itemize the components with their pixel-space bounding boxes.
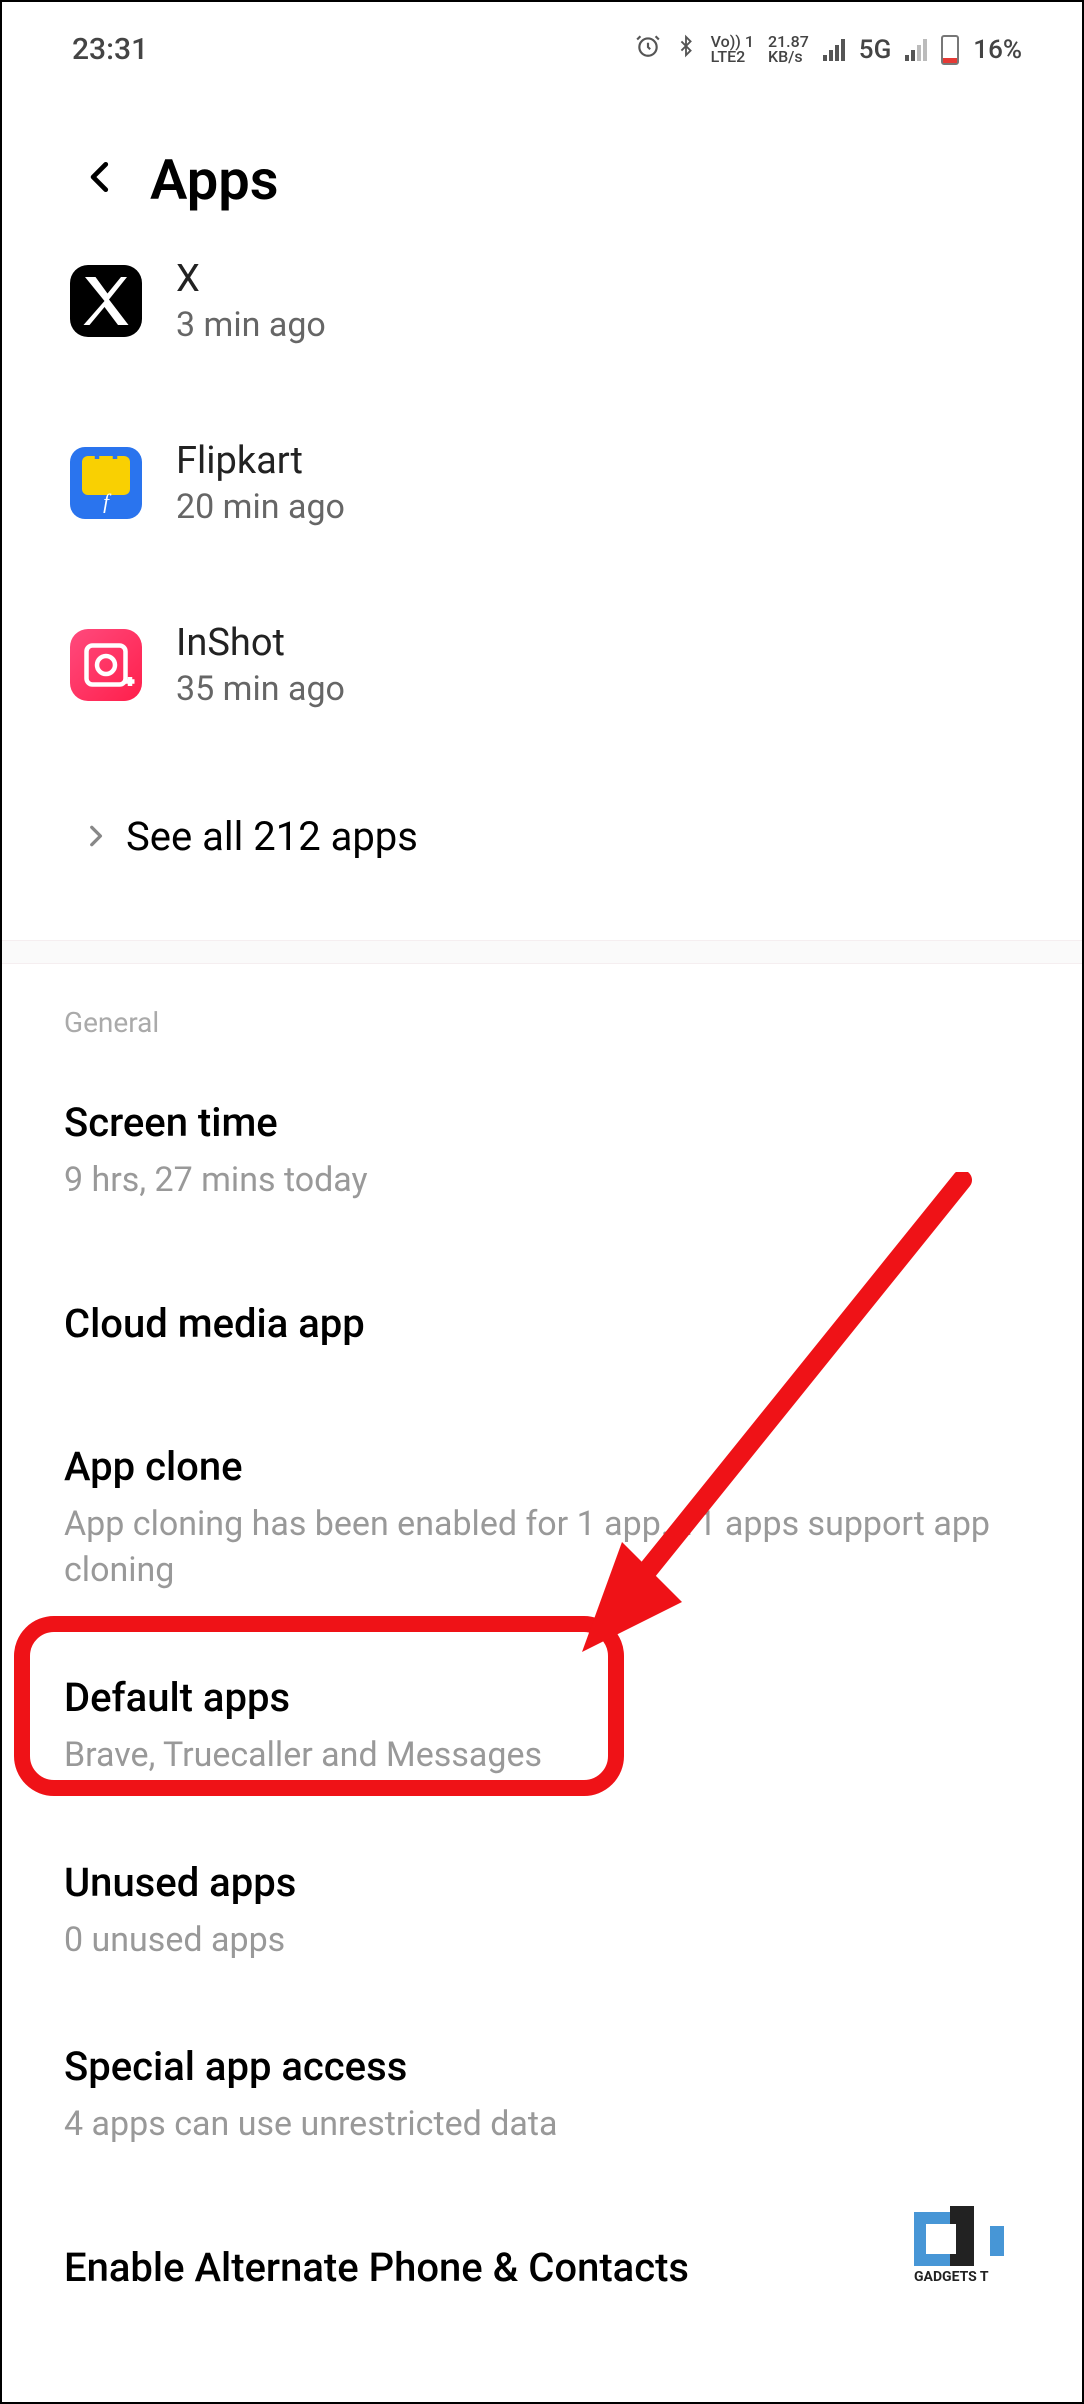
status-bar: 23:31 Vo)) 1 LTE2 21.87 KB/s 5G 16% — [2, 2, 1082, 87]
app-name: Flipkart — [176, 439, 345, 483]
signal-icon-1 — [823, 39, 845, 61]
app-row-flipkart[interactable]: f Flipkart 20 min ago — [2, 415, 1082, 551]
chevron-right-icon — [82, 816, 108, 858]
see-all-label: See all 212 apps — [126, 813, 418, 860]
setting-title: Screen time — [64, 1099, 1020, 1146]
app-sub: 35 min ago — [176, 669, 345, 709]
setting-title: Special app access — [64, 2043, 1020, 2090]
back-button[interactable] — [82, 151, 120, 209]
app-sub: 20 min ago — [176, 487, 345, 527]
page-title: Apps — [150, 147, 279, 213]
setting-sub: 4 apps can use unrestricted data — [64, 2102, 1020, 2148]
inshot-app-icon — [70, 629, 142, 701]
battery-percent: 16% — [973, 35, 1022, 65]
setting-title: App clone — [64, 1443, 1020, 1490]
watermark-logo: GADGETS T — [914, 2206, 1064, 2288]
see-all-apps[interactable]: See all 212 apps — [2, 763, 1082, 910]
signal-icon-2 — [905, 39, 927, 61]
setting-title: Cloud media app — [64, 1300, 1020, 1347]
app-row-inshot[interactable]: InShot 35 min ago — [2, 597, 1082, 733]
section-divider — [2, 940, 1082, 964]
app-name: X — [176, 257, 326, 301]
app-sub: 3 min ago — [176, 305, 326, 345]
setting-special-access[interactable]: Special app access 4 apps can use unrest… — [2, 2003, 1082, 2188]
recent-apps-list: X 3 min ago f Flipkart 20 min ago InShot… — [2, 253, 1082, 940]
volte-indicator: Vo)) 1 LTE2 — [711, 35, 754, 64]
app-name: InShot — [176, 621, 345, 665]
status-time: 23:31 — [72, 32, 148, 67]
app-row-x[interactable]: X 3 min ago — [2, 253, 1082, 369]
setting-app-clone[interactable]: App clone App cloning has been enabled f… — [2, 1403, 1082, 1634]
speed-indicator: 21.87 KB/s — [768, 35, 809, 64]
setting-unused-apps[interactable]: Unused apps 0 unused apps — [2, 1819, 1082, 2004]
setting-sub: App cloning has been enabled for 1 app. … — [64, 1502, 1020, 1594]
x-app-icon — [70, 265, 142, 337]
setting-title: Unused apps — [64, 1859, 1020, 1906]
setting-screen-time[interactable]: Screen time 9 hrs, 27 mins today — [2, 1059, 1082, 1244]
section-label-general: General — [2, 964, 1082, 1059]
setting-sub: 9 hrs, 27 mins today — [64, 1158, 1020, 1204]
flipkart-app-icon: f — [70, 447, 142, 519]
setting-title: Enable Alternate Phone & Contacts — [64, 2244, 1020, 2291]
annotation-highlight — [14, 1616, 624, 1796]
bluetooth-icon — [675, 33, 697, 66]
setting-cloud-media[interactable]: Cloud media app — [2, 1244, 1082, 1403]
network-label: 5G — [859, 35, 892, 65]
status-right: Vo)) 1 LTE2 21.87 KB/s 5G 16% — [635, 33, 1022, 66]
svg-text:GADGETS T: GADGETS T — [914, 2269, 989, 2284]
setting-sub: 0 unused apps — [64, 1918, 1020, 1964]
alarm-icon — [635, 33, 661, 66]
battery-icon — [941, 35, 959, 65]
page-header: Apps — [2, 87, 1082, 253]
